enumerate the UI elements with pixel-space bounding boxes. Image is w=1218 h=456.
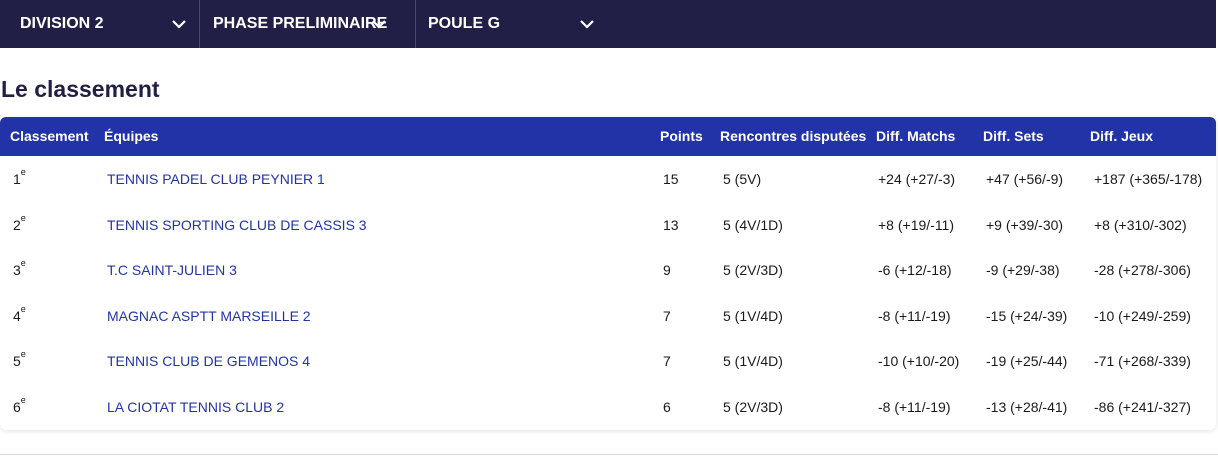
chevron-down-icon [172, 20, 186, 29]
filter-bar: DIVISION 2 PHASE PRELIMINAIRE POULE G [0, 0, 1216, 48]
team-link[interactable]: TENNIS SPORTING CLUB DE CASSIS 3 [107, 217, 367, 233]
diff-games-cell: +187 (+365/-178) [1094, 171, 1203, 187]
diff-sets-cell: +47 (+56/-9) [986, 171, 1064, 187]
points-cell: 6 [663, 399, 671, 415]
pool-select-label: POULE G [428, 15, 501, 32]
rank-number: 5 [13, 353, 21, 370]
table-row: 5e TENNIS CLUB DE GEMENOS 4 7 5 (1V/4D) -10 … [0, 339, 1216, 384]
rank-cell: 3e [13, 258, 26, 279]
rank-suffix: e [20, 303, 26, 314]
points-cell: 7 [663, 353, 671, 370]
col-header-rank: Classement [10, 128, 89, 144]
table-row: 1e TENNIS PADEL CLUB PEYNIER 1 15 5 (5V) +24… [0, 157, 1216, 202]
col-header-diff-matches: Diff. Matchs [876, 128, 956, 144]
rank-cell: 5e [13, 349, 26, 370]
team-link[interactable]: TENNIS CLUB DE GEMENOS 4 [107, 353, 310, 369]
table-row: 3e T.C SAINT-JULIEN 3 9 5 (2V/3D) -6 (+12/-1… [0, 248, 1216, 293]
phase-select[interactable]: PHASE PRELIMINAIRE [200, 0, 416, 48]
diff-sets-cell: -19 (+25/-44) [986, 353, 1068, 370]
rank-suffix: e [20, 258, 26, 269]
chevron-down-icon [580, 20, 594, 29]
points-cell: 9 [663, 262, 671, 279]
diff-matches-cell: -8 (+11/-19) [878, 399, 951, 415]
played-cell: 5 (2V/3D) [723, 399, 783, 415]
rank-number: 6 [13, 399, 21, 415]
played-cell: 5 (1V/4D) [723, 353, 783, 370]
diff-games-cell: -10 (+249/-259) [1094, 307, 1191, 324]
page-title: Le classement [1, 76, 160, 102]
division-select[interactable]: DIVISION 2 [0, 0, 200, 48]
diff-sets-cell: +9 (+39/-30) [986, 216, 1064, 233]
diff-sets-cell: -13 (+28/-41) [986, 399, 1068, 415]
rank-cell: 6e [13, 395, 26, 415]
played-cell: 5 (2V/3D) [723, 262, 783, 279]
diff-games-cell: -86 (+241/-327) [1094, 399, 1191, 415]
col-header-diff-games: Diff. Jeux [1090, 128, 1154, 144]
rank-suffix: e [20, 167, 26, 177]
played-cell: 5 (4V/1D) [723, 216, 783, 233]
division-select-label: DIVISION 2 [20, 15, 104, 32]
diff-sets-cell: -9 (+29/-38) [986, 262, 1060, 279]
diff-games-cell: -71 (+268/-339) [1094, 353, 1191, 370]
points-cell: 13 [663, 216, 679, 233]
table-row: 2e TENNIS SPORTING CLUB DE CASSIS 3 13 5 (4… [0, 203, 1216, 248]
points-cell: 15 [663, 171, 679, 187]
played-cell: 5 (1V/4D) [723, 307, 783, 324]
diff-matches-cell: -10 (+10/-20) [878, 353, 960, 370]
points-cell: 7 [663, 307, 671, 324]
team-link[interactable]: MAGNAC ASPTT MARSEILLE 2 [107, 308, 311, 324]
rank-cell: 1e [13, 167, 26, 187]
diff-games-cell: +8 (+310/-302) [1094, 216, 1187, 233]
diff-matches-cell: -6 (+12/-18) [878, 262, 952, 279]
table-row: 4e MAGNAC ASPTT MARSEILLE 2 7 5 (1V/4D) -8 (… [0, 294, 1216, 339]
played-cell: 5 (5V) [723, 171, 762, 187]
pool-select[interactable]: POULE G [416, 0, 606, 48]
rank-cell: 4e [13, 304, 26, 324]
table-row: 6e LA CIOTAT TENNIS CLUB 265 (2V/3D) -8 (+… [0, 385, 1216, 430]
col-header-team: Équipes [104, 128, 159, 144]
rank-number: 1 [13, 171, 21, 187]
rank-number: 3 [13, 262, 21, 279]
phase-select-label: PHASE PRELIMINAIRE [213, 15, 388, 32]
col-header-diff-sets: Diff. Sets [983, 128, 1044, 144]
diff-matches-cell: -8 (+11/-19) [878, 307, 951, 324]
rank-suffix: e [20, 349, 26, 360]
diff-matches-cell: +8 (+19/-11) [878, 216, 955, 233]
rank-suffix: e [20, 212, 26, 223]
divider [0, 454, 1218, 455]
standings-table: Classement Équipes Points Rencontres dis… [0, 117, 1216, 430]
team-link[interactable]: TENNIS PADEL CLUB PEYNIER 1 [107, 171, 325, 187]
table-header: Classement Équipes Points Rencontres dis… [0, 117, 1216, 156]
team-link[interactable]: T.C SAINT-JULIEN 3 [107, 262, 237, 278]
rank-suffix: e [20, 395, 26, 405]
diff-games-cell: -28 (+278/-306) [1094, 262, 1191, 279]
diff-sets-cell: -15 (+24/-39) [986, 307, 1068, 324]
rank-cell: 2e [13, 213, 26, 233]
rank-number: 2 [13, 216, 21, 233]
col-header-points: Points [660, 128, 703, 144]
team-link[interactable]: LA CIOTAT TENNIS CLUB 2 [107, 399, 284, 415]
diff-matches-cell: +24 (+27/-3) [878, 171, 956, 187]
chevron-down-icon [372, 20, 386, 29]
col-header-played: Rencontres disputées [720, 128, 867, 144]
rank-number: 4 [13, 307, 21, 324]
